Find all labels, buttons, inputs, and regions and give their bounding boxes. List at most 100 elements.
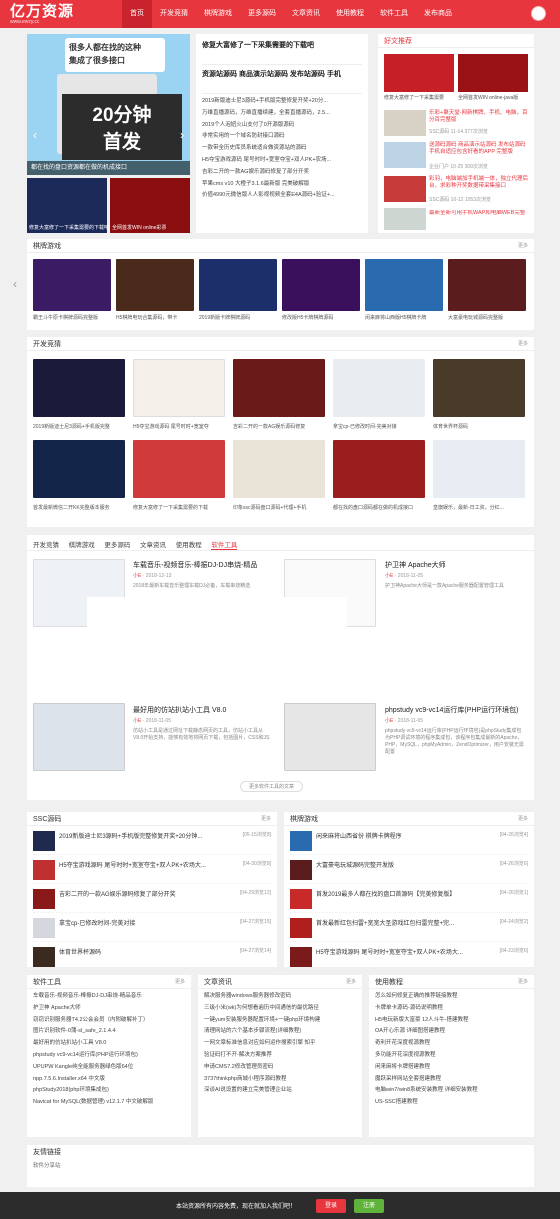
list-row[interactable]: 吉彩二开的一款AG娱乐源码修复了部分开奖 [04-29浏览12] bbox=[33, 886, 271, 913]
recommend-thumb[interactable] bbox=[384, 208, 426, 230]
list-item[interactable]: npp.7.5.6.Installer.x64 中文版 bbox=[33, 1074, 185, 1086]
list-item[interactable]: US-SSC搭建教程 bbox=[375, 1097, 528, 1109]
list-item[interactable]: 卡牌单卡源码-源码说明教程 bbox=[375, 1003, 528, 1015]
list-row[interactable]: 体育世界杯源码 [04-27浏览14] bbox=[33, 944, 271, 971]
site-logo[interactable]: 亿万资源 www.ewzy.cc bbox=[10, 2, 122, 26]
recommend-thumb[interactable] bbox=[384, 176, 426, 202]
list-item[interactable]: 2019个人泡妞火山支付了0开源版源码 bbox=[202, 120, 362, 132]
nav-item-qipai[interactable]: 棋牌游戏 bbox=[196, 0, 240, 28]
list-row[interactable]: 首发2019最多人都在找的盘口首源码【完美修复版】 [04-26浏览1] bbox=[290, 886, 528, 913]
nav-item-publish[interactable]: 发布商品 bbox=[416, 0, 460, 28]
row-title[interactable]: H5夺宝游戏源码 尾号时时+宽室夺宝+双人PK+农场大... bbox=[59, 860, 209, 869]
row-thumb[interactable] bbox=[290, 947, 312, 967]
tab-qipai[interactable]: 棋牌游戏 bbox=[69, 539, 95, 549]
kaifa-thumb[interactable] bbox=[233, 440, 325, 498]
game-thumb[interactable] bbox=[365, 259, 443, 311]
tab-kaifa[interactable]: 开发竞猜 bbox=[33, 539, 59, 549]
post-title[interactable]: 最好用的仿站扒站小工具 V8.0 bbox=[133, 705, 226, 715]
recommend-top-cap-2[interactable]: 全网首发WIN online-java版 bbox=[458, 94, 528, 101]
list-item[interactable]: 魔跃采样网站全套搭建教程 bbox=[375, 1074, 528, 1086]
row-thumb[interactable] bbox=[33, 918, 55, 938]
kaifa-thumb[interactable] bbox=[433, 359, 525, 417]
kaifa-caption[interactable]: H5夺宝游戏源码 尾号时时+宽室夺 bbox=[133, 423, 225, 430]
kaifa-caption[interactable]: 印象ssc源码盘口源码+代理+手机 bbox=[233, 504, 325, 511]
post-title[interactable]: 车载音乐-视频音乐-棒振DJ-DJ串烧-精品 bbox=[133, 560, 257, 570]
recommend-thumb[interactable] bbox=[384, 142, 426, 168]
recommend-item-title[interactable]: 送源码源码 商品演示站源码 发布站源码 手机自适应包含好看的APP 完整版 bbox=[429, 142, 529, 156]
list-item[interactable]: 吉彩二开的一款AG娱乐源码修复了部分开奖 bbox=[202, 167, 362, 179]
hero-carousel[interactable]: 很多人都在找的这种 集成了很多接口 20分钟 首发 ‹ › 都在找的盘口资源都在… bbox=[27, 34, 190, 175]
recommend-item-title[interactable]: 彩羽，电脑端加手机端一体，独立代理后台，求彩种开奖数据带采集接口 bbox=[429, 176, 529, 190]
game-caption[interactable]: H5棋牌电玩合集源码，带卡 bbox=[116, 314, 194, 321]
list-item[interactable]: 申请CMS7.2修改管理员密码 bbox=[204, 1062, 356, 1074]
kaifa-thumb[interactable] bbox=[33, 359, 125, 417]
recommend-thumb[interactable] bbox=[384, 110, 426, 136]
row-title[interactable]: 吉彩二开的一款AG娱乐源码修复了部分开奖 bbox=[59, 889, 209, 898]
list-row[interactable]: 首发最新红包扫雷+宽宽大圣游戏红包扫雷完整+完... [04-24浏览2] bbox=[290, 915, 528, 942]
nav-item-kaifa[interactable]: 开发竞猜 bbox=[152, 0, 196, 28]
hero-caption[interactable]: 都在找的盘口资源都在做的机成接口 bbox=[27, 161, 190, 175]
kaifa-caption[interactable]: 体育世界杯源码 bbox=[433, 423, 525, 430]
list-item[interactable]: 解决服务器windows服务器修改密码 bbox=[204, 991, 356, 1003]
list-row[interactable]: 闲来麻将山西省份 棋牌卡牌程序 [04-26浏览4] bbox=[290, 828, 528, 855]
headline-title-2[interactable]: 资源站源码 商品演示站源码 发布站源码 手机 bbox=[202, 69, 362, 79]
list-item[interactable]: UPUPW Kangle纯全能服务器绿色版64位 bbox=[33, 1062, 185, 1074]
game-thumb[interactable] bbox=[199, 259, 277, 311]
recommend-item-title[interactable]: 最新全新可用手机WAP和电脑WEB完整 bbox=[429, 210, 529, 217]
kaifa-thumb[interactable] bbox=[333, 359, 425, 417]
list-item[interactable]: 一款带全历史库员系统适合做资源站的源码 bbox=[202, 143, 362, 155]
game-thumb[interactable] bbox=[282, 259, 360, 311]
tab-more[interactable]: 更多源码 bbox=[104, 539, 130, 549]
kaifa-thumb[interactable] bbox=[333, 440, 425, 498]
list-item[interactable]: Navicat for MySQL(数据管理) v12.1.7 中文破解版 bbox=[33, 1097, 185, 1109]
list-item[interactable]: 深谈AI说设置的建立完美管理企业站 bbox=[204, 1085, 356, 1097]
soft-more-link[interactable]: 更多 bbox=[175, 978, 185, 985]
row-title[interactable]: 拿宝cp-已修改时间-完美对接 bbox=[59, 918, 209, 927]
ssc-more-link[interactable]: 更多 bbox=[261, 815, 271, 822]
qipai-prev-icon[interactable]: ‹ bbox=[13, 277, 17, 291]
list-row[interactable]: H5夺宝游戏源码 尾号时时+宽室夺宝+双人PK+农场大... [04-30浏览8] bbox=[33, 857, 271, 884]
recommend-top-thumb-1[interactable] bbox=[384, 54, 454, 92]
game-caption[interactable]: 霸王斗牛原卡棋牌源码完整版 bbox=[33, 314, 111, 321]
kaifa-caption[interactable]: 首发最新微信二开KK完整版本服务 bbox=[33, 504, 125, 511]
list-item[interactable]: 车载音乐-视频音乐-棒振DJ-DJ串烧-精品音乐 bbox=[33, 991, 185, 1003]
post-thumb[interactable] bbox=[284, 703, 376, 771]
kaifa-caption[interactable]: 拿宝cp-已修改时间-完美对接 bbox=[333, 423, 425, 430]
kaifa-thumb[interactable] bbox=[133, 440, 225, 498]
headline-title-1[interactable]: 修复大富修了一下采集需要的下载吧 bbox=[202, 40, 362, 50]
list-row[interactable]: H5夺宝游戏源码 尾号时时+宽室夺宝+双人PK+农场大... [04-23浏览6] bbox=[290, 944, 528, 971]
nav-item-news[interactable]: 文章资讯 bbox=[284, 0, 328, 28]
list-item[interactable]: OA开心乐源 详细图搭建教程 bbox=[375, 1026, 528, 1038]
list-item[interactable]: H5夺宝游戏源码 尾号时时+宽室夺宝+双人PK+农场... bbox=[202, 155, 362, 167]
recommend-top-thumb-2[interactable] bbox=[458, 54, 528, 92]
list-item[interactable]: 价值4990元微信版人人影视视频全套E4A源码+验证+... bbox=[202, 190, 362, 202]
list-item[interactable]: H5电玩新版大富豪 12人斗牛-搭建教程 bbox=[375, 1015, 528, 1027]
kaifa-caption[interactable]: 修复大富修了一下采集需要的下载 bbox=[133, 504, 225, 511]
list-item[interactable]: 苹果cms v10 大橙子3.1.6最新版 完美破解版 bbox=[202, 179, 362, 191]
hero-side-thumb-2[interactable]: 全网首发WIN online彩票 bbox=[110, 178, 190, 233]
list-item[interactable]: phpStudy2018(php环境集成包) bbox=[33, 1085, 185, 1097]
list-item[interactable]: 一键yum安装服务器配置环境+一键php环境构建 bbox=[204, 1015, 356, 1027]
row-thumb[interactable] bbox=[290, 918, 312, 938]
tab-news[interactable]: 文章资讯 bbox=[140, 539, 166, 549]
post-thumb[interactable] bbox=[33, 703, 125, 771]
list-row[interactable]: 大富豪电玩城源码完整开发版 [04-26浏览6] bbox=[290, 857, 528, 884]
qp2-more-link[interactable]: 更多 bbox=[518, 815, 528, 822]
list-item[interactable]: 非常实用的一个域名防封接口源码 bbox=[202, 131, 362, 143]
list-item[interactable]: 奇利开花深度视源教程 bbox=[375, 1038, 528, 1050]
list-row[interactable]: 2019新版迪士尼3源码+手机版完整修复开奖+20分钟... [05-15浏览8] bbox=[33, 828, 271, 855]
qipai-more-link[interactable]: 更多 bbox=[518, 242, 528, 249]
news-more-link[interactable]: 更多 bbox=[346, 978, 356, 985]
recommend-item-title[interactable]: 乐彩+聚天堂-网新棋牌、手机、电脑，百分百完整版 bbox=[429, 110, 529, 124]
kaifa-thumb[interactable] bbox=[133, 359, 225, 417]
game-thumb[interactable] bbox=[448, 259, 526, 311]
kaifa-caption[interactable]: 皇旗娱乐，最新-日工资，分红... bbox=[433, 504, 525, 511]
row-thumb[interactable] bbox=[33, 831, 55, 851]
game-thumb[interactable] bbox=[116, 259, 194, 311]
kaifa-more-link[interactable]: 更多 bbox=[518, 340, 528, 347]
hero-prev-icon[interactable]: ‹ bbox=[33, 128, 37, 142]
post-title[interactable]: phpstudy vc9-vc14运行库(PHP运行环境包) bbox=[385, 705, 518, 715]
row-title[interactable]: 首发2019最多人都在找的盘口首源码【完美修复版】 bbox=[316, 889, 466, 898]
kaifa-caption[interactable]: 2019新版迪士尼3源码+手机版完整 bbox=[33, 423, 125, 430]
list-item[interactable]: 闲来麻将卡牌搭建教程 bbox=[375, 1062, 528, 1074]
